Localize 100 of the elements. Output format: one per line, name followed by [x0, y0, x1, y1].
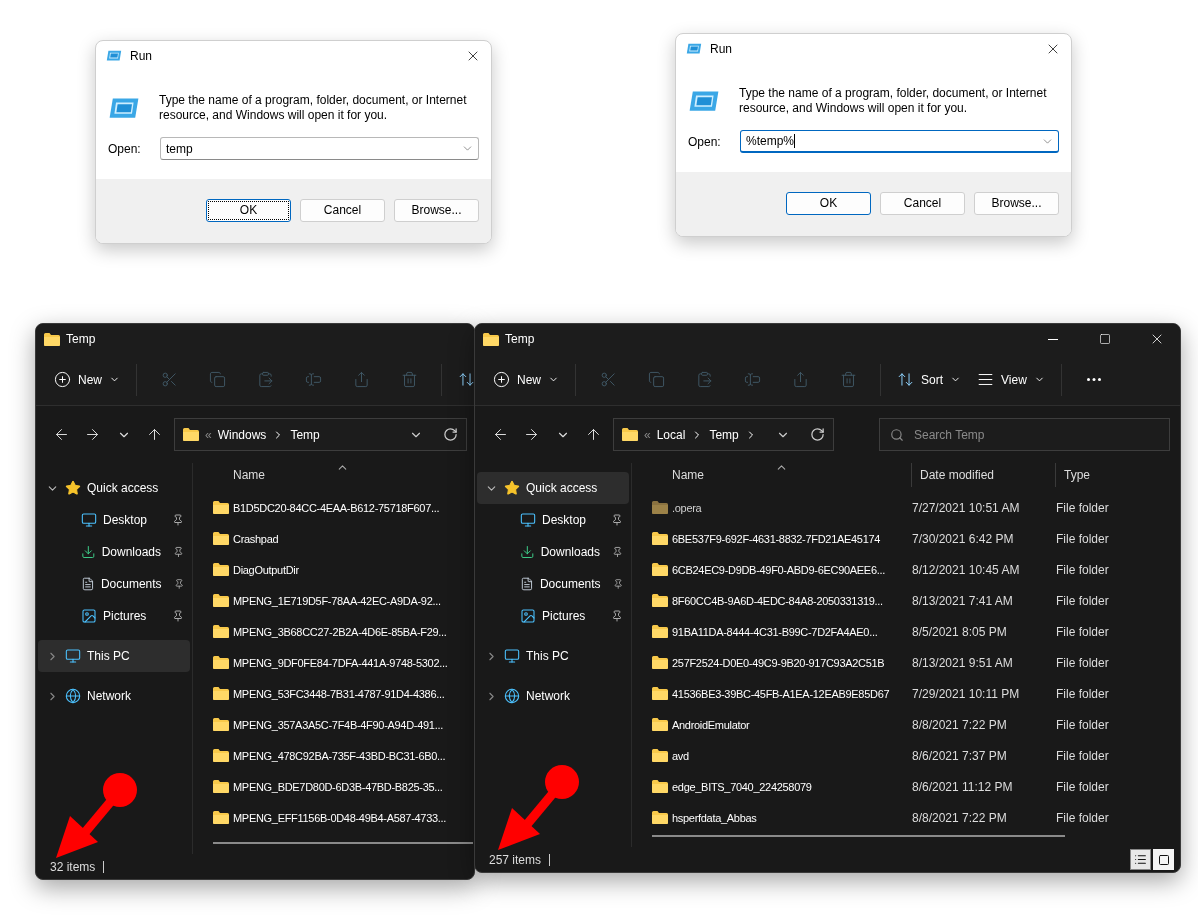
date-cell-text: 8/13/2021 9:51 AM: [912, 655, 1014, 670]
column-header[interactable]: Date modified: [912, 463, 1056, 487]
sidebar-item[interactable]: Desktop: [477, 504, 629, 536]
document-icon: [81, 576, 95, 592]
plus-icon: [54, 371, 71, 388]
sidebar-item[interactable]: Pictures: [477, 600, 629, 632]
breadcrumb[interactable]: Temp: [290, 427, 320, 442]
sidebar-item[interactable]: Quick access: [477, 472, 629, 504]
maximize-icon: [1099, 333, 1111, 345]
file-name[interactable]: AndroidEmulator: [668, 718, 912, 731]
file-name[interactable]: hsperfdata_Abbas: [668, 811, 912, 824]
dialog-button[interactable]: OK: [206, 198, 291, 222]
file-name[interactable]: MPENG_BDE7D80D-6D3B-47BD-B825-35...: [229, 780, 474, 793]
open-field[interactable]: %temp%: [740, 130, 1059, 153]
file-name[interactable]: B1D5DC20-84CC-4EAA-B612-75718F607...: [229, 501, 474, 514]
file-name[interactable]: MPENG_EFF1156B-0D48-49B4-A587-4733...: [229, 811, 474, 824]
column-header[interactable]: Name: [225, 463, 473, 487]
file-name[interactable]: MPENG_9DF0FE84-7DFA-441A-9748-5302...: [229, 656, 474, 669]
open-field[interactable]: temp: [160, 137, 479, 160]
horizontal-scrollbar[interactable]: [213, 842, 473, 844]
date-cell-text: 8/6/2021 11:12 PM: [912, 779, 1014, 794]
sidebar-item[interactable]: Network: [38, 680, 190, 712]
horizontal-scrollbar[interactable]: [652, 835, 1065, 837]
sidebar-item[interactable]: Documents: [38, 568, 190, 600]
computer-icon: [65, 648, 81, 664]
sidebar-item[interactable]: Desktop: [38, 504, 190, 536]
desktop-icon: [520, 512, 536, 528]
sidebar-item[interactable]: This PC: [38, 640, 190, 672]
file-name[interactable]: 8F60CC4B-9A6D-4EDC-84A8-2050331319...: [668, 594, 912, 607]
overflow-glyph: «: [644, 427, 651, 442]
type-cell-text: File folder: [1056, 717, 1110, 732]
breadcrumb[interactable]: Local: [656, 427, 686, 442]
details-view-button[interactable]: [1130, 849, 1151, 870]
file-name[interactable]: 257F2524-D0E0-49C9-9B20-917C93A2C51B: [668, 656, 912, 669]
dialog-description: Type the name of a program, folder, document, or Internet resource, and Windows will open it for you.: [739, 85, 1048, 116]
sidebar-item[interactable]: Downloads: [477, 536, 629, 568]
forward-icon: [523, 426, 540, 443]
run-icon: [108, 97, 140, 120]
file-name[interactable]: MPENG_53FC3448-7B31-4787-91D4-4386...: [229, 687, 474, 700]
new-button[interactable]: New: [46, 361, 128, 398]
dialog-button[interactable]: Browse...: [974, 191, 1059, 215]
tiles-view-button[interactable]: [1153, 849, 1174, 870]
type-cell-text: File folder: [1056, 748, 1110, 763]
address-bar[interactable]: « Local Temp: [613, 418, 834, 451]
file-name[interactable]: 91BA11DA-8444-4C31-B99C-7D2FA4AE0...: [668, 625, 912, 638]
lines-icon: [977, 371, 995, 388]
file-name[interactable]: 6CB24EC9-D9DB-49F0-ABD9-6EC90AEE6...: [668, 563, 912, 576]
column-header[interactable]: Name: [664, 463, 912, 487]
type-cell-text: File folder: [1056, 562, 1110, 577]
file-name[interactable]: Crashpad: [229, 532, 474, 545]
dialog-button[interactable]: OK: [786, 191, 871, 215]
type-cell-text: File folder: [1056, 779, 1110, 794]
square-icon: [1157, 853, 1170, 866]
file-name[interactable]: avd: [668, 749, 912, 762]
sidebar-item[interactable]: Pictures: [38, 600, 190, 632]
item-count: 257 items: [489, 853, 551, 866]
date-cell-text: 8/6/2021 7:37 PM: [912, 748, 1008, 763]
computer-icon: [504, 648, 520, 664]
sidebar-item[interactable]: Quick access: [38, 472, 190, 504]
view-button[interactable]: View: [969, 361, 1053, 398]
folder-icon: [622, 428, 638, 441]
column-header[interactable]: Type: [1056, 463, 1176, 487]
overflow-glyph: «: [205, 427, 212, 442]
file-name[interactable]: MPENG_478C92BA-735F-43BD-BC31-6B0...: [229, 749, 474, 762]
sort-button[interactable]: Sort: [889, 361, 970, 398]
run-icon: [688, 90, 720, 113]
address-bar[interactable]: « Windows Temp: [174, 418, 467, 451]
type-cell-text: File folder: [1056, 593, 1110, 608]
sidebar-item[interactable]: This PC: [477, 640, 629, 672]
type-cell-text: File folder: [1056, 624, 1110, 639]
sidebar-item[interactable]: Documents: [477, 568, 629, 600]
file-name[interactable]: DiagOutputDir: [229, 563, 474, 576]
file-name[interactable]: edge_BITS_7040_224258079: [668, 780, 912, 793]
new-button[interactable]: New: [485, 361, 567, 398]
refresh-icon[interactable]: [810, 427, 825, 442]
breadcrumb[interactable]: Temp: [709, 427, 739, 442]
run-icon: [686, 43, 702, 55]
search-icon: [890, 427, 904, 442]
file-name[interactable]: MPENG_357A3A5C-7F4B-4F90-A94D-491...: [229, 718, 474, 731]
dialog-button[interactable]: Browse...: [394, 198, 479, 222]
dialog-button[interactable]: Cancel: [880, 191, 965, 215]
dialog-button[interactable]: Cancel: [300, 198, 385, 222]
sort-icon: [897, 371, 914, 388]
file-name[interactable]: 41536BE3-39BC-45FB-A1EA-12EAB9E85D67: [668, 687, 912, 700]
folder-icon: [483, 332, 499, 346]
search-field[interactable]: Search Temp: [879, 418, 1170, 451]
file-name[interactable]: MPENG_3B68CC27-2B2A-4D6E-85BA-F29...: [229, 625, 474, 638]
refresh-icon[interactable]: [443, 427, 458, 442]
sidebar-item[interactable]: Network: [477, 680, 629, 712]
minimize-icon: [1048, 338, 1058, 340]
file-name[interactable]: 6BE537F9-692F-4631-8832-7FD21AE45174: [668, 532, 912, 545]
date-cell-text: 7/29/2021 10:11 PM: [912, 686, 1021, 701]
download-icon: [520, 544, 535, 560]
pictures-icon: [81, 608, 97, 624]
sidebar-item[interactable]: Downloads: [38, 536, 190, 568]
breadcrumb[interactable]: Windows: [217, 427, 267, 442]
date-cell-text: 7/27/2021 10:51 AM: [912, 500, 1021, 515]
file-name[interactable]: MPENG_1E719D5F-78AA-42EC-A9DA-92...: [229, 594, 474, 607]
file-name[interactable]: .opera: [668, 501, 912, 514]
sort-icon: [458, 371, 474, 388]
